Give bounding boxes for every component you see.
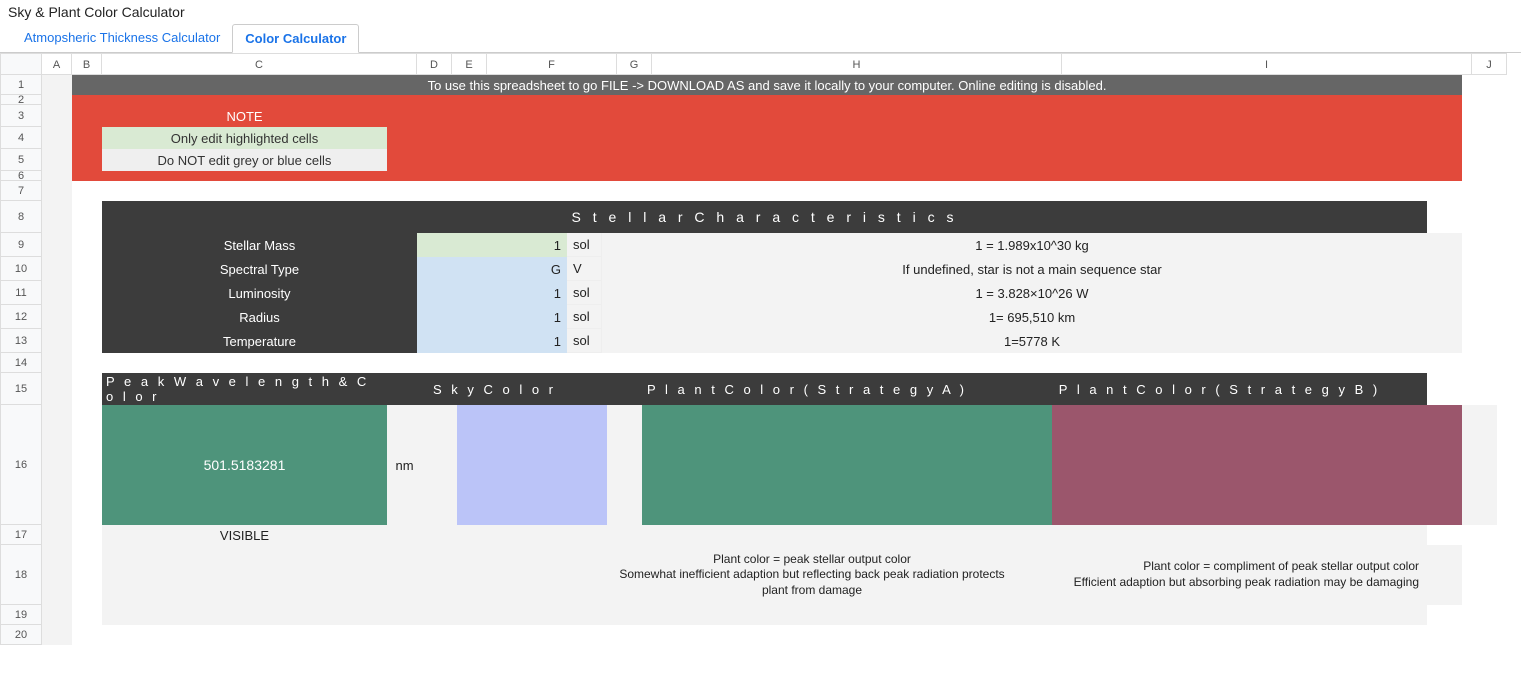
plantB-color-swatch (1052, 405, 1462, 525)
radius-desc: 1= 695,510 km (602, 305, 1462, 329)
row-header-17[interactable]: 17 (0, 525, 42, 545)
stellar-mass-label: Stellar Mass (102, 233, 417, 257)
luminosity-label: Luminosity (102, 281, 417, 305)
spectral-type-desc: If undefined, star is not a main sequenc… (602, 257, 1462, 281)
sky-color-swatch (457, 405, 607, 525)
temperature-value[interactable]: 1 (417, 329, 567, 353)
row-header-6[interactable]: 6 (0, 171, 42, 181)
radius-label: Radius (102, 305, 417, 329)
select-all-corner[interactable] (0, 53, 42, 75)
row-header-13[interactable]: 13 (0, 329, 42, 353)
stellar-mass-desc: 1 = 1.989x10^30 kg (602, 233, 1462, 257)
note-title: NOTE (102, 105, 387, 127)
col-header-D[interactable]: D (417, 53, 452, 75)
peak-unit: nm (387, 405, 422, 525)
sky-header: S k y C o l o r (387, 373, 602, 405)
note-line1: Only edit highlighted cells (102, 127, 387, 149)
note-line2: Do NOT edit grey or blue cells (102, 149, 387, 171)
sheet-tabs: Atmopsheric Thickness Calculator Color C… (0, 24, 1521, 53)
plantA-header: P l a n t C o l o r ( S t r a t e g y A … (602, 373, 1012, 405)
col-header-C[interactable]: C (102, 53, 417, 75)
col-header-A[interactable]: A (42, 53, 72, 75)
row-header-12[interactable]: 12 (0, 305, 42, 329)
col-header-B[interactable]: B (72, 53, 102, 75)
spectral-type-unit: V (567, 257, 602, 281)
col-header-I[interactable]: I (1062, 53, 1472, 75)
row-header-9[interactable]: 9 (0, 233, 42, 257)
luminosity-unit: sol (567, 281, 602, 305)
download-banner: To use this spreadsheet to go FILE -> DO… (72, 75, 1462, 95)
cells-area[interactable]: To use this spreadsheet to go FILE -> DO… (42, 75, 1497, 645)
row-header-8[interactable]: 8 (0, 201, 42, 233)
col-header-E[interactable]: E (452, 53, 487, 75)
peak-header: P e a k W a v e l e n g t h & C o l o r (102, 373, 387, 405)
luminosity-desc: 1 = 3.828×10^26 W (602, 281, 1462, 305)
row-header-20[interactable]: 20 (0, 625, 42, 645)
row-headers: 1 2 3 4 5 6 7 8 9 10 11 12 13 14 15 16 1… (0, 75, 42, 645)
stellar-mass-value[interactable]: 1 (417, 233, 567, 257)
row-header-5[interactable]: 5 (0, 149, 42, 171)
row-header-15[interactable]: 15 (0, 373, 42, 405)
temperature-desc: 1=5778 K (602, 329, 1462, 353)
plantB-header: P l a n t C o l o r ( S t r a t e g y B … (1012, 373, 1427, 405)
stellar-mass-unit: sol (567, 233, 602, 257)
col-header-J[interactable]: J (1472, 53, 1507, 75)
col-header-H[interactable]: H (652, 53, 1062, 75)
stellar-header: S t e l l a r C h a r a c t e r i s t i … (102, 201, 1427, 233)
spectral-type-label: Spectral Type (102, 257, 417, 281)
radius-unit: sol (567, 305, 602, 329)
peak-visible: VISIBLE (102, 525, 387, 545)
temperature-label: Temperature (102, 329, 417, 353)
row-header-18[interactable]: 18 (0, 545, 42, 605)
row-header-1[interactable]: 1 (0, 75, 42, 95)
row-header-4[interactable]: 4 (0, 127, 42, 149)
row-header-19[interactable]: 19 (0, 605, 42, 625)
luminosity-value[interactable]: 1 (417, 281, 567, 305)
spectral-type-value[interactable]: G (417, 257, 567, 281)
plantA-color-swatch (642, 405, 1052, 525)
radius-value[interactable]: 1 (417, 305, 567, 329)
col-header-G[interactable]: G (617, 53, 652, 75)
plantB-desc: Plant color = compliment of peak stellar… (1017, 545, 1427, 605)
row-header-11[interactable]: 11 (0, 281, 42, 305)
app-title: Sky & Plant Color Calculator (0, 0, 1521, 24)
row-header-2[interactable]: 2 (0, 95, 42, 105)
tab-thickness[interactable]: Atmopsheric Thickness Calculator (12, 24, 232, 52)
row-header-14[interactable]: 14 (0, 353, 42, 373)
row-header-10[interactable]: 10 (0, 257, 42, 281)
col-header-F[interactable]: F (487, 53, 617, 75)
row-header-7[interactable]: 7 (0, 181, 42, 201)
tab-color[interactable]: Color Calculator (232, 24, 359, 53)
row-header-16[interactable]: 16 (0, 405, 42, 525)
temperature-unit: sol (567, 329, 602, 353)
peak-wavelength-value: 501.5183281 (102, 405, 387, 525)
row-header-3[interactable]: 3 (0, 105, 42, 127)
plantA-desc: Plant color = peak stellar output color … (607, 545, 1017, 605)
